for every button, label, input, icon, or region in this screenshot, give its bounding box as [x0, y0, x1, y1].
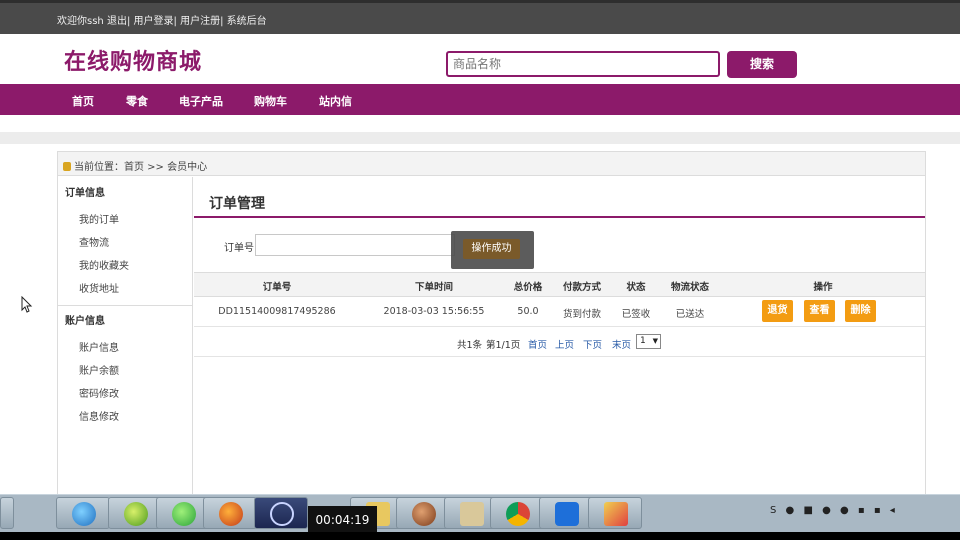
sidebar-item-balance[interactable]: 账户余额: [79, 362, 119, 377]
pagination: 共1条 第1/1页 首页 上页 下页 末页 1 ▼: [194, 327, 925, 357]
payment-cell: 货到付款: [562, 309, 602, 320]
sidebar-item-logistics[interactable]: 查物流: [79, 234, 109, 249]
page-select[interactable]: 1 ▼: [636, 334, 661, 349]
next-page-link[interactable]: 下页: [583, 337, 602, 351]
orders-table: 订单号 下单时间 总价格 付款方式 状态 物流状态 操作 DD115140098…: [194, 272, 925, 357]
sidebar-section-account: 账户信息: [65, 316, 105, 327]
column-header: 下单时间: [414, 282, 454, 293]
page-info: 第1/1页: [486, 340, 521, 351]
browser-button[interactable]: [156, 497, 210, 529]
nav-item-electronics[interactable]: 电子产品: [179, 93, 223, 109]
firefox-button[interactable]: [203, 497, 257, 529]
main-nav: 首页 零食 电子产品 购物车 站内信: [0, 84, 960, 115]
order-time-cell: 2018-03-03 15:56:55: [383, 306, 485, 317]
register-link[interactable]: 用户注册: [180, 16, 220, 27]
app2-icon: [412, 502, 436, 526]
taskbar: S ● ■ ● ● ▪ ▪ ◂: [0, 494, 960, 532]
toast-message: 操作成功: [463, 239, 520, 259]
chevron-down-icon: ▼: [652, 337, 658, 345]
title-underline: [194, 216, 925, 218]
sidebar-item-favorites[interactable]: 我的收藏夹: [79, 257, 129, 272]
paint-icon: [604, 502, 628, 526]
column-header: 物流状态: [670, 282, 710, 293]
success-toast: 操作成功: [451, 231, 534, 269]
column-header: 总价格: [513, 282, 543, 293]
status-cell: 已签收: [621, 309, 651, 320]
divider-band: [0, 132, 960, 144]
ie-button[interactable]: [56, 497, 110, 529]
separator: |: [126, 16, 131, 27]
paint-button[interactable]: [588, 497, 642, 529]
sidebar: 订单信息 我的订单 查物流 我的收藏夹 收货地址 账户信息 账户信息 账户余额 …: [58, 177, 193, 497]
nav-item-home[interactable]: 首页: [72, 93, 94, 109]
tray-icons: ● ■ ● ● ▪ ▪ ◂: [785, 505, 898, 516]
top-links: 欢迎你ssh 退出| 用户登录| 用户注册| 系统后台: [57, 12, 267, 27]
total-cell: 50.0: [517, 306, 539, 317]
total-count: 共1条: [457, 340, 483, 351]
welcome-text: 欢迎你ssh: [57, 16, 104, 27]
sidebar-item-account-info[interactable]: 账户信息: [79, 339, 119, 354]
prev-page-link[interactable]: 上页: [555, 337, 574, 351]
view-button[interactable]: 查看: [804, 300, 835, 322]
screen-bottom-edge: [0, 532, 960, 540]
sidebar-divider: [58, 305, 192, 306]
top-bar: 欢迎你ssh 退出| 用户登录| 用户注册| 系统后台: [0, 0, 960, 34]
login-link[interactable]: 用户登录: [134, 16, 174, 27]
location-icon: [63, 162, 71, 171]
table-row: DD11514009817495286 2018-03-03 15:56:55 …: [194, 297, 925, 327]
page-select-value: 1: [640, 336, 646, 346]
column-header: 付款方式: [562, 282, 602, 293]
teamviewer-icon: [555, 502, 579, 526]
order-no-label: 订单号: [224, 243, 254, 254]
nav-item-snacks[interactable]: 零食: [126, 93, 148, 109]
teamviewer-button[interactable]: [539, 497, 593, 529]
sidebar-item-my-orders[interactable]: 我的订单: [79, 211, 119, 226]
delete-button[interactable]: 删除: [845, 300, 876, 322]
separator: |: [220, 16, 224, 27]
column-header: 订单号: [262, 282, 292, 293]
nav-item-messages[interactable]: 站内信: [319, 93, 352, 109]
return-button[interactable]: 退货: [762, 300, 793, 322]
app-button[interactable]: [108, 497, 162, 529]
table-header: 订单号 下单时间 总价格 付款方式 状态 物流状态 操作: [194, 272, 925, 297]
first-page-link[interactable]: 首页: [528, 337, 547, 351]
member-center: 当前位置：首页 >> 会员中心 订单信息 我的订单 查物流 我的收藏夹 收货地址…: [57, 151, 926, 497]
sidebar-item-password[interactable]: 密码修改: [79, 385, 119, 400]
chrome-icon: [506, 502, 530, 526]
ie-icon: [72, 502, 96, 526]
sidebar-item-edit-info[interactable]: 信息修改: [79, 408, 119, 423]
order-no-cell: DD11514009817495286: [218, 306, 336, 317]
start-button[interactable]: [0, 497, 14, 529]
search-input[interactable]: [446, 51, 720, 77]
mouse-cursor-icon: [21, 296, 33, 313]
eclipse-button[interactable]: [254, 497, 308, 529]
sidebar-item-address[interactable]: 收货地址: [79, 280, 119, 295]
sidebar-section-orders: 订单信息: [65, 188, 105, 199]
app-icon: [124, 502, 148, 526]
logout-link[interactable]: 退出: [107, 16, 127, 27]
files-icon: [460, 502, 484, 526]
tray-app-icon[interactable]: S: [770, 505, 779, 516]
breadcrumb-text: 当前位置：首页 >> 会员中心: [74, 162, 208, 173]
firefox-icon: [219, 502, 243, 526]
breadcrumb: 当前位置：首页 >> 会员中心: [58, 152, 925, 176]
system-tray: S ● ■ ● ● ▪ ▪ ◂: [770, 505, 898, 516]
order-no-input[interactable]: [255, 234, 455, 256]
separator: |: [173, 16, 177, 27]
nav-item-cart[interactable]: 购物车: [254, 93, 287, 109]
chrome-button[interactable]: [490, 497, 544, 529]
recording-timer: 00:04:19: [308, 506, 377, 534]
app2-button[interactable]: [396, 497, 450, 529]
site-logo[interactable]: 在线购物商城: [64, 44, 202, 76]
page: 欢迎你ssh 退出| 用户登录| 用户注册| 系统后台 在线购物商城 搜索 首页…: [0, 0, 960, 540]
last-page-link[interactable]: 末页: [612, 337, 631, 351]
search-button[interactable]: 搜索: [727, 51, 797, 78]
page-title: 订单管理: [209, 196, 265, 212]
admin-link[interactable]: 系统后台: [227, 16, 267, 27]
browser-icon: [172, 502, 196, 526]
column-header: 状态: [626, 282, 646, 293]
logistics-cell: 已送达: [675, 309, 705, 320]
column-header: 操作: [813, 282, 833, 293]
eclipse-icon: [270, 502, 294, 526]
